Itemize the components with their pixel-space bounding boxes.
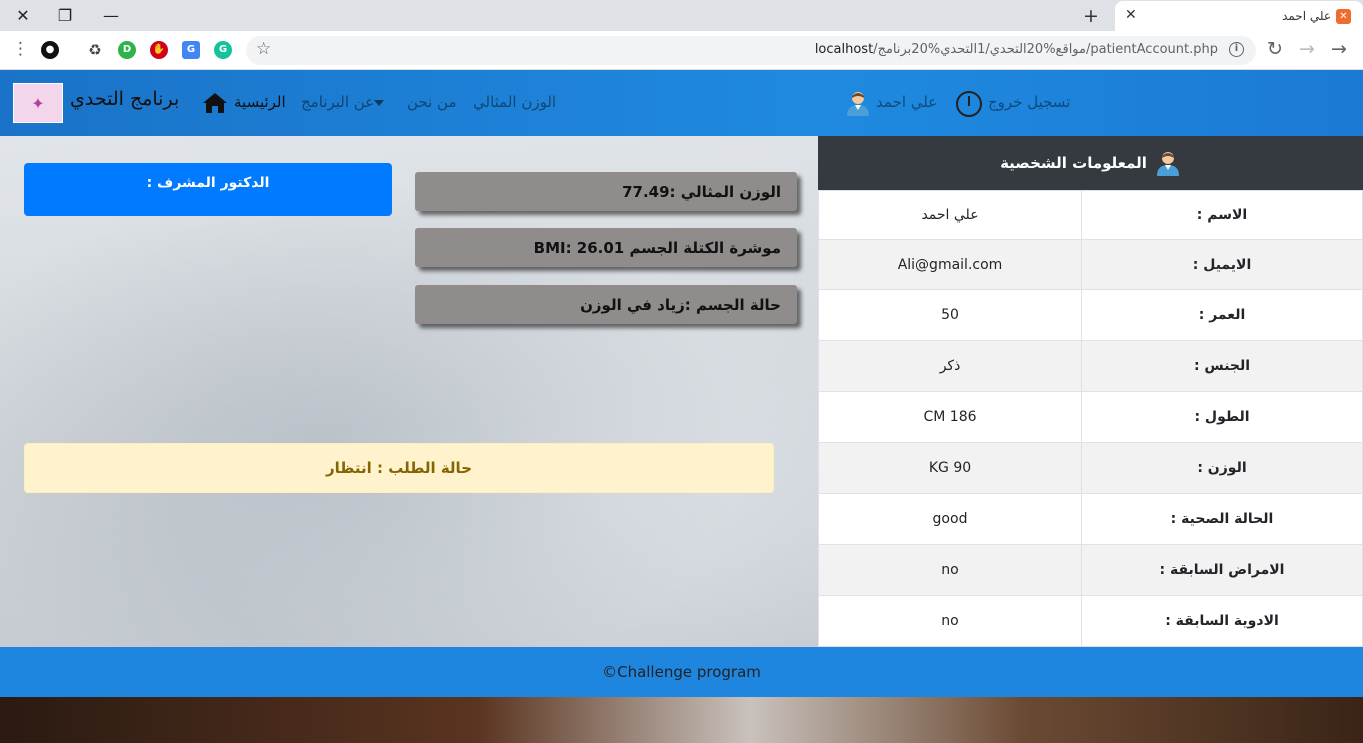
window-restore-icon[interactable]: ❐ (42, 0, 88, 31)
ideal-weight-card: الوزن المثالي :77.49 (415, 172, 797, 211)
site-info-icon[interactable]: i (1229, 42, 1244, 57)
row-value: good (818, 493, 1082, 545)
table-row: الجنس : ذكر (818, 340, 1363, 392)
supervising-doctor-box: الدكتور المشرف : (24, 163, 392, 216)
footer: ©Challenge program (0, 647, 1363, 697)
row-label: الايميل : (1081, 239, 1363, 290)
tab-close-icon[interactable]: ✕ (1125, 7, 1137, 23)
green-extension-icon[interactable]: D (118, 41, 136, 59)
home-icon[interactable] (202, 92, 228, 114)
row-value: Ali@gmail.com (818, 239, 1082, 290)
user-avatar-icon (1156, 152, 1179, 176)
row-value: no (818, 595, 1082, 647)
adblock-extension-icon[interactable]: ✋ (150, 41, 168, 59)
table-row: الطول :186 CM (818, 391, 1363, 443)
window-close-icon[interactable]: ✕ (0, 0, 46, 31)
personal-info-title: المعلومات الشخصية (1000, 154, 1147, 172)
nav-logout[interactable]: تسجيل خروج (988, 93, 1070, 111)
row-label: الادوية السابقة : (1081, 595, 1363, 647)
row-value: 50 (818, 289, 1082, 341)
nav-about-us[interactable]: من نحن (407, 93, 457, 111)
bookmark-star-icon[interactable]: ☆ (256, 39, 271, 59)
nav-ideal-weight[interactable]: الوزن المثالي (473, 93, 556, 111)
navbar: ✦ برنامج التحدي الرئيسية عن البرنامج من … (0, 70, 1363, 136)
personal-info-table: الاسم : علي احمد الايميل : Ali@gmail.com ا… (818, 190, 1363, 647)
table-row: الادوية السابقة : no (818, 595, 1363, 647)
table-row: الاسم : علي احمد (818, 190, 1363, 240)
row-value: 90 KG (818, 442, 1082, 494)
extension-dark-icon[interactable]: ● (41, 41, 59, 59)
address-bar[interactable]: ☆ localhost/مواقع%20التحدي/1التحدي%20برن… (246, 36, 1256, 65)
brand-logo[interactable]: ✦ (13, 83, 63, 123)
table-row: الامراض السابقة : no (818, 544, 1363, 596)
table-row: الحالة الصحية : good (818, 493, 1363, 545)
order-status-alert: حالة الطلب : انتظار (24, 443, 774, 493)
recycle-extension-icon[interactable]: ♻ (86, 41, 104, 59)
personal-info-header: المعلومات الشخصية (818, 136, 1363, 190)
forward-arrow-icon[interactable]: → (1299, 38, 1315, 60)
user-avatar-icon (847, 92, 869, 116)
table-row: العمر :50 (818, 289, 1363, 341)
row-value: 186 CM (818, 391, 1082, 443)
tab-title: علي احمد (1282, 9, 1331, 23)
xampp-favicon-icon: ✕ (1336, 9, 1351, 24)
row-value: علي احمد (818, 190, 1082, 240)
reload-icon[interactable]: ↻ (1267, 38, 1283, 60)
row-value: ذكر (818, 340, 1082, 392)
row-label: الوزن : (1081, 442, 1363, 494)
table-row: الوزن :90 KG (818, 442, 1363, 494)
body-state-card: حالة الجسم :زياد في الوزن (415, 285, 797, 324)
browser-menu-icon[interactable]: ⋮ (12, 39, 29, 59)
translate-extension-icon[interactable]: G (182, 41, 200, 59)
brand-title[interactable]: برنامج التحدي (70, 88, 179, 110)
back-arrow-icon[interactable]: → (1331, 38, 1347, 60)
window-minimize-icon[interactable]: — (88, 0, 134, 31)
row-label: العمر : (1081, 289, 1363, 341)
row-label: الامراض السابقة : (1081, 544, 1363, 596)
row-label: الطول : (1081, 391, 1363, 443)
background-wood-image (0, 697, 1363, 743)
bmi-card: موشرة الكتلة الجسم BMI: 26.01 (415, 228, 797, 267)
grammarly-extension-icon[interactable]: G (214, 41, 232, 59)
chevron-down-icon (374, 99, 385, 106)
personal-info-panel: المعلومات الشخصية الاسم : علي احمد الايمي… (818, 136, 1363, 647)
browser-tab-bar: ✕ ❐ — + ✕ علي احمد ✕ (0, 0, 1363, 31)
row-value: no (818, 544, 1082, 596)
table-row: الايميل : Ali@gmail.com (818, 239, 1363, 290)
nav-about-program[interactable]: عن البرنامج (301, 93, 390, 111)
row-label: الاسم : (1081, 190, 1363, 240)
nav-home[interactable]: الرئيسية (234, 93, 286, 111)
browser-tab[interactable]: ✕ علي احمد ✕ (1115, 1, 1363, 31)
row-label: الجنس : (1081, 340, 1363, 392)
browser-toolbar: ⋮ ● ♻ D ✋ G G ☆ localhost/مواقع%20التحدي… (0, 31, 1363, 70)
nav-user-name[interactable]: علي احمد (876, 93, 937, 111)
page: ✦ برنامج التحدي الرئيسية عن البرنامج من … (0, 70, 1363, 743)
row-label: الحالة الصحية : (1081, 493, 1363, 545)
url-text: localhost/مواقع%20التحدي/1التحدي%20برنام… (814, 42, 1218, 57)
power-icon[interactable] (956, 91, 982, 117)
new-tab-button[interactable]: + (1083, 5, 1099, 27)
